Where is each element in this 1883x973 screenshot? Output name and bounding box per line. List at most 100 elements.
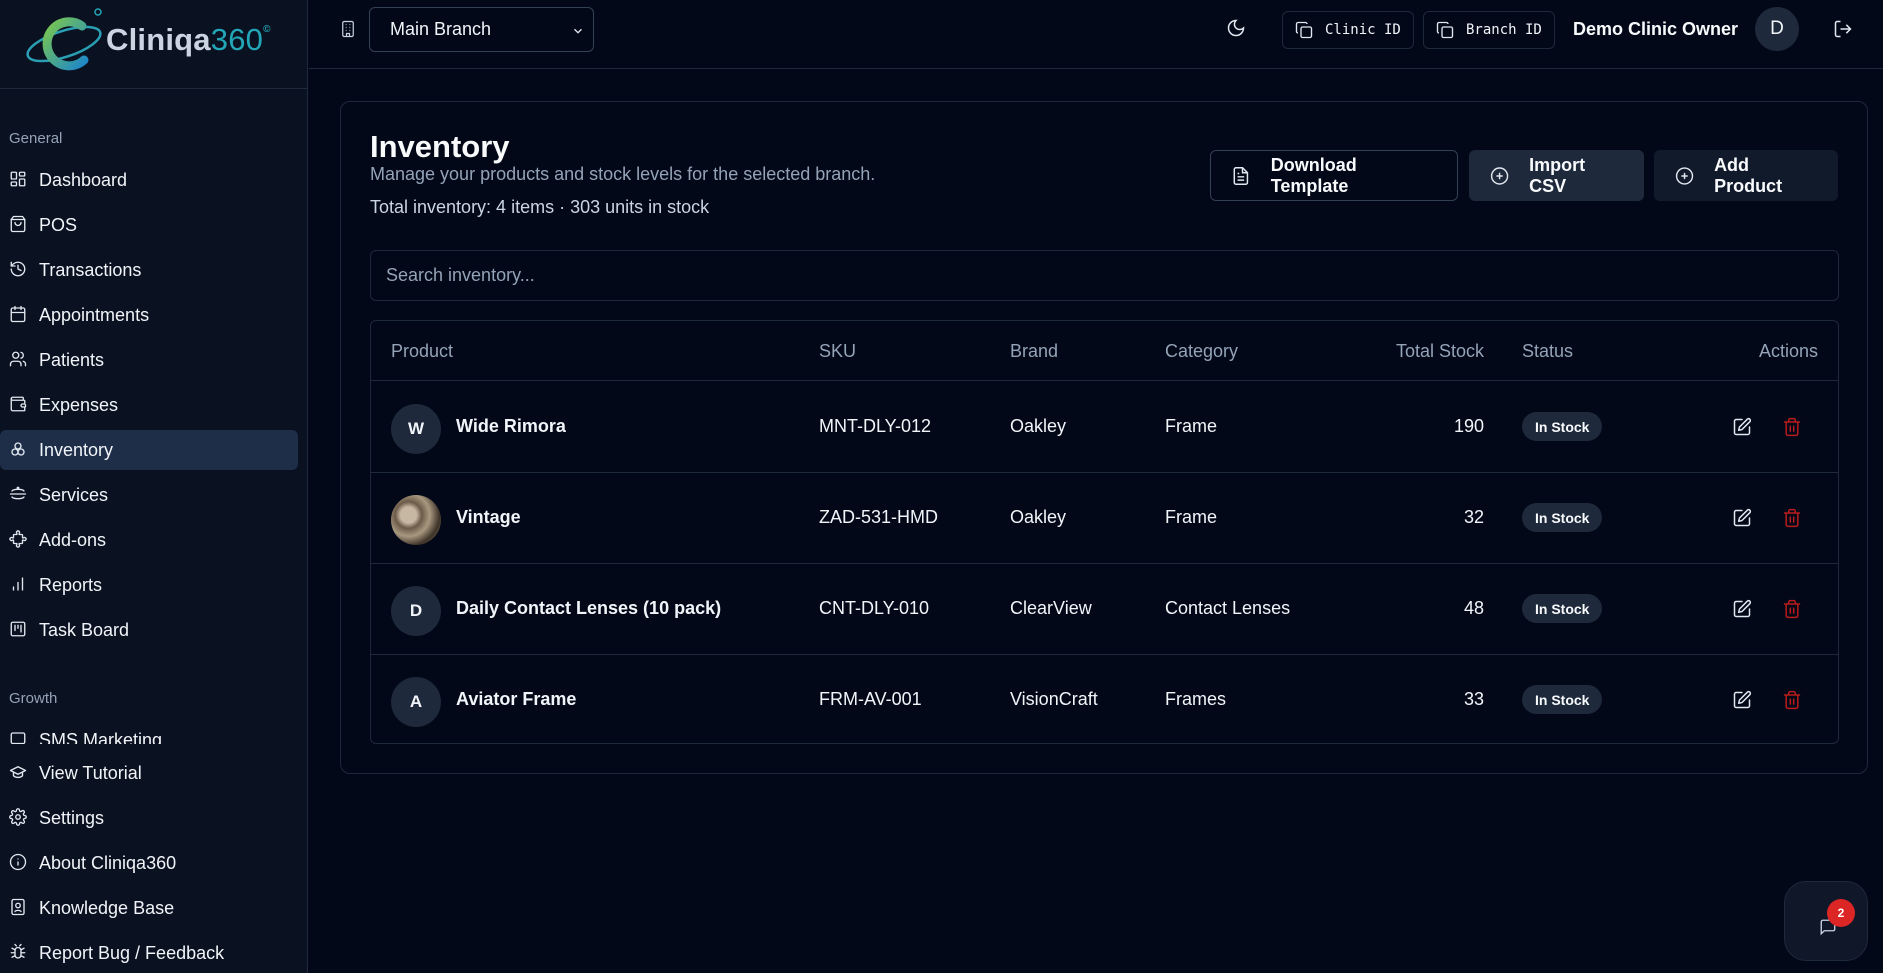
product-category: Contact Lenses: [1165, 598, 1291, 618]
table-row[interactable]: Vintage ZAD-531-HMD Oakley Frame 32 In S…: [371, 473, 1838, 564]
header-total-stock[interactable]: Total Stock: [1396, 341, 1484, 362]
branch-select-value: Main Branch: [390, 19, 492, 39]
add-product-button[interactable]: Add Product: [1654, 150, 1838, 201]
plus-circle-icon: [1675, 166, 1694, 185]
status-badge: In Stock: [1522, 685, 1603, 714]
product-brand: ClearView: [1010, 598, 1092, 618]
sidebar-item-add-ons[interactable]: Add-ons: [0, 520, 298, 560]
sidebar-item-task-board[interactable]: Task Board: [0, 610, 298, 650]
copy-clinic-id-button[interactable]: Clinic ID: [1282, 11, 1414, 49]
product-name: Vintage: [456, 507, 521, 527]
product-name: Wide Rimora: [456, 416, 566, 436]
sidebar-item-report-bug[interactable]: Report Bug / Feedback: [0, 933, 298, 973]
calendar-icon: [9, 305, 29, 325]
header-sku[interactable]: SKU: [819, 341, 856, 362]
sidebar-item-appointments[interactable]: Appointments: [0, 295, 298, 335]
product-sku: MNT-DLY-012: [819, 416, 932, 436]
table-row[interactable]: W Wide Rimora MNT-DLY-012 Oakley Frame 1…: [371, 382, 1838, 473]
message-icon: [9, 730, 29, 744]
table-row[interactable]: D Daily Contact Lenses (10 pack) CNT-DLY…: [371, 564, 1838, 655]
header-category[interactable]: Category: [1165, 341, 1238, 362]
edit-icon[interactable]: [1732, 417, 1752, 437]
sidebar-item-sms-marketing[interactable]: SMS Marketing: [0, 722, 298, 744]
edit-icon[interactable]: [1732, 690, 1752, 710]
trash-icon[interactable]: [1782, 599, 1802, 619]
sidebar-item-view-tutorial[interactable]: View Tutorial: [0, 753, 298, 793]
header-status[interactable]: Status: [1522, 341, 1573, 362]
clinic-id-label: Clinic ID: [1325, 22, 1401, 38]
avatar[interactable]: D: [1755, 7, 1799, 51]
page-subtitle: Manage your products and stock levels fo…: [370, 164, 876, 184]
sidebar-item-label: Knowledge Base: [39, 897, 175, 918]
sidebar-item-about[interactable]: About Cliniqa360: [0, 843, 298, 883]
branch-id-label: Branch ID: [1466, 22, 1542, 38]
user-name: Demo Clinic Owner: [1573, 19, 1739, 39]
edit-icon[interactable]: [1732, 599, 1752, 619]
trash-icon[interactable]: [1782, 417, 1802, 437]
building-icon: [339, 20, 357, 38]
kanban-icon: [9, 620, 29, 640]
product-stock: 32: [1463, 507, 1484, 527]
sidebar-item-label: Task Board: [39, 619, 130, 640]
header-brand[interactable]: Brand: [1010, 341, 1058, 362]
inventory-table: Product SKU Brand Category Total Stock S…: [370, 320, 1839, 744]
status-badge: In Stock: [1522, 412, 1603, 441]
sidebar-item-label: Services: [39, 484, 109, 505]
sidebar-item-pos[interactable]: POS: [0, 205, 298, 245]
add-product-label: Add Product: [1714, 154, 1783, 196]
header-actions: Actions: [1758, 341, 1818, 361]
branch-select[interactable]: Main Branch: [369, 7, 594, 52]
support-chat-button[interactable]: 2: [1784, 881, 1868, 961]
header-product[interactable]: Product: [391, 341, 453, 362]
brand-registered-mark: ©: [263, 24, 271, 35]
edit-icon[interactable]: [1732, 508, 1752, 528]
sidebar-item-label: About Cliniqa360: [39, 852, 177, 873]
sidebar-item-expenses[interactable]: Expenses: [0, 385, 298, 425]
bug-icon: [9, 943, 29, 963]
sidebar-item-label: Dashboard: [39, 169, 128, 190]
sidebar: Cliniqa360© General Dashboard POS Transa…: [0, 0, 308, 973]
download-template-button[interactable]: Download Template: [1210, 150, 1458, 201]
inventory-card: Inventory Manage your products and stock…: [340, 101, 1868, 774]
boxes-icon: [9, 440, 29, 460]
import-csv-label: Import CSV: [1529, 154, 1586, 196]
sidebar-item-transactions[interactable]: Transactions: [0, 250, 298, 290]
product-stock: 48: [1463, 598, 1484, 618]
product-stock: 33: [1463, 689, 1484, 709]
copy-icon: [1436, 21, 1454, 39]
product-stock: 190: [1453, 416, 1484, 436]
bar-chart-icon: [9, 575, 29, 595]
product-photo: [391, 495, 441, 545]
table-row[interactable]: A Aviator Frame FRM-AV-001 VisionCraft F…: [371, 655, 1838, 743]
sidebar-item-services[interactable]: Services: [0, 475, 298, 515]
product-avatar: W: [391, 404, 441, 454]
sidebar-item-label: SMS Marketing: [39, 729, 163, 745]
trash-icon[interactable]: [1782, 690, 1802, 710]
file-text-icon: [1233, 166, 1249, 185]
wallet-icon: [9, 395, 29, 415]
search-input[interactable]: [370, 250, 1839, 301]
import-csv-button[interactable]: Import CSV: [1469, 150, 1644, 201]
graduation-cap-icon: [9, 763, 29, 783]
brand-number: 360: [210, 22, 264, 57]
dashboard-icon: [9, 170, 29, 190]
sidebar-item-settings[interactable]: Settings: [0, 798, 298, 838]
sidebar-item-label: Appointments: [39, 304, 150, 325]
trash-icon[interactable]: [1782, 508, 1802, 528]
services-icon: [9, 485, 29, 505]
sidebar-item-knowledge-base[interactable]: Knowledge Base: [0, 888, 298, 928]
sidebar-item-patients[interactable]: Patients: [0, 340, 298, 380]
sidebar-item-reports[interactable]: Reports: [0, 565, 298, 605]
copy-branch-id-button[interactable]: Branch ID: [1423, 11, 1555, 49]
theme-toggle-moon-icon[interactable]: [1226, 18, 1248, 40]
shopping-bag-icon: [9, 215, 29, 235]
notification-count-badge: 2: [1827, 899, 1855, 927]
logout-icon[interactable]: [1833, 19, 1855, 41]
product-brand: Oakley: [1010, 416, 1067, 436]
sidebar-item-inventory[interactable]: Inventory: [0, 430, 298, 470]
sidebar-item-dashboard[interactable]: Dashboard: [0, 160, 298, 200]
brand-logo[interactable]: Cliniqa360©: [20, 4, 280, 76]
product-category: Frames: [1165, 689, 1227, 709]
table-header: Product SKU Brand Category Total Stock S…: [371, 321, 1838, 381]
sidebar-scroll-clip: SMS Marketing: [0, 722, 308, 744]
